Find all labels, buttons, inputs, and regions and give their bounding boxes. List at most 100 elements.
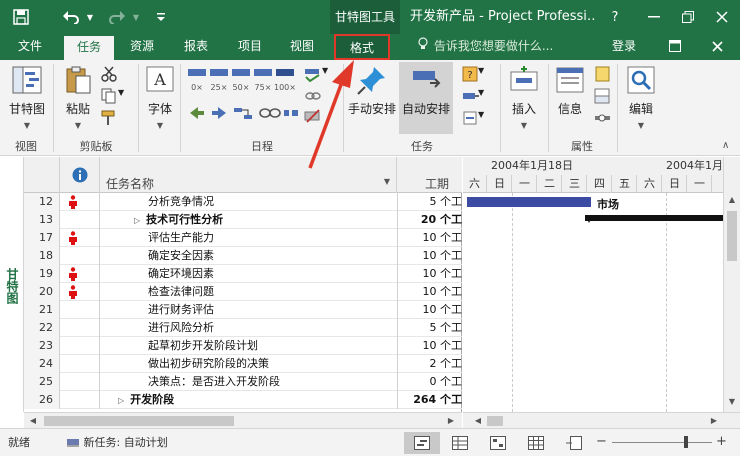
gantt-chart-button[interactable]: 甘特图 ▼ bbox=[4, 62, 50, 131]
task-name[interactable]: 检查法律问题 bbox=[148, 285, 214, 298]
task-name-cell[interactable]: ▷ 开发阶段 bbox=[118, 391, 397, 409]
chevron-down-icon[interactable]: ▼ bbox=[322, 66, 340, 82]
task-name-cell[interactable]: 分析竞争情况 bbox=[148, 193, 397, 211]
notes-icon[interactable] bbox=[594, 66, 612, 82]
undo-icon[interactable] bbox=[58, 0, 84, 34]
table-row[interactable]: 25 决策点：是否进入开发阶段 0 个工 bbox=[24, 373, 462, 391]
row-id[interactable]: 18 bbox=[24, 247, 60, 265]
duration-column-header[interactable]: 工期 bbox=[397, 157, 462, 193]
row-id[interactable]: 22 bbox=[24, 319, 60, 337]
mark-on-track-icon[interactable] bbox=[304, 66, 322, 83]
row-id[interactable]: 25 bbox=[24, 373, 60, 391]
scroll-right-icon[interactable]: ▶ bbox=[444, 414, 458, 427]
scroll-down-icon[interactable]: ▼ bbox=[726, 397, 738, 409]
row-id[interactable]: 20 bbox=[24, 283, 60, 301]
manual-schedule-button[interactable]: 手动安排 bbox=[346, 62, 398, 117]
progress-75-label[interactable]: 75× bbox=[252, 83, 274, 92]
information-button[interactable]: 信息 bbox=[552, 62, 588, 117]
unlink-tasks-icon[interactable] bbox=[259, 108, 281, 118]
paste-button[interactable]: 粘贴 ▼ bbox=[58, 62, 98, 131]
duration-cell[interactable]: 5 个工 bbox=[397, 319, 462, 337]
add-to-timeline-icon[interactable] bbox=[594, 110, 612, 126]
sign-in-link[interactable]: 登录 bbox=[612, 34, 636, 60]
close-icon[interactable] bbox=[700, 0, 740, 34]
row-id[interactable]: 17 bbox=[24, 229, 60, 247]
progress-25-label[interactable]: 25× bbox=[208, 83, 230, 92]
row-id[interactable]: 26 bbox=[24, 391, 60, 409]
undo-dropdown-icon[interactable]: ▼ bbox=[84, 0, 96, 34]
vertical-scroll-thumb[interactable] bbox=[727, 211, 737, 261]
row-id[interactable]: 13 bbox=[24, 211, 60, 229]
task-name-cell[interactable]: 检查法律问题 bbox=[148, 283, 397, 301]
task-name[interactable]: 评估生产能力 bbox=[148, 231, 214, 244]
duration-cell[interactable]: 10 个工 bbox=[397, 301, 462, 319]
zoom-in-icon[interactable]: + bbox=[716, 434, 727, 449]
task-name[interactable]: 确定环境因素 bbox=[148, 267, 214, 280]
zoom-out-icon[interactable]: − bbox=[596, 434, 607, 449]
chart-horizontal-scrollbar[interactable]: ◀ ▶ bbox=[463, 412, 740, 428]
task-name[interactable]: 开发阶段 bbox=[130, 393, 174, 406]
team-planner-icon[interactable] bbox=[490, 436, 506, 450]
task-bar-12[interactable] bbox=[467, 197, 591, 207]
task-name[interactable]: 决策点：是否进入开发阶段 bbox=[148, 375, 280, 388]
auto-schedule-button[interactable]: 自动安排 bbox=[399, 62, 453, 134]
chevron-down-icon[interactable]: ▼ bbox=[478, 88, 496, 104]
row-id[interactable]: 19 bbox=[24, 265, 60, 283]
table-row[interactable]: 12 分析竞争情况 5 个工 bbox=[24, 193, 462, 211]
table-row[interactable]: 20 检查法律问题 10 个工 bbox=[24, 283, 462, 301]
grid-horizontal-scrollbar[interactable]: ◀ ▶ bbox=[24, 412, 462, 428]
scroll-left-icon[interactable]: ◀ bbox=[26, 414, 40, 427]
task-name-cell[interactable]: 确定安全因素 bbox=[148, 247, 397, 265]
task-name-cell[interactable]: ▷ 技术可行性分析 bbox=[134, 211, 397, 229]
progress-100-label[interactable]: 100× bbox=[274, 83, 296, 92]
zoom-slider-thumb[interactable] bbox=[684, 436, 688, 448]
cut-icon[interactable] bbox=[100, 66, 118, 82]
task-name[interactable]: 分析竞争情况 bbox=[148, 195, 214, 208]
tab-report[interactable]: 报表 bbox=[172, 34, 220, 60]
task-name[interactable]: 起草初步开发阶段计划 bbox=[148, 339, 258, 352]
table-row[interactable]: 23 起草初步开发阶段计划 10 个工 bbox=[24, 337, 462, 355]
task-name-cell[interactable]: 评估生产能力 bbox=[148, 229, 397, 247]
duration-cell[interactable]: 10 个工 bbox=[397, 247, 462, 265]
tab-task[interactable]: 任务 bbox=[64, 36, 114, 60]
grid-scroll-thumb[interactable] bbox=[44, 416, 234, 426]
row-id[interactable]: 24 bbox=[24, 355, 60, 373]
expand-arrow-icon[interactable]: ▷ bbox=[118, 396, 124, 405]
tell-me-box[interactable]: 告诉我您想要做什么... bbox=[418, 34, 553, 60]
redo-icon[interactable] bbox=[104, 0, 130, 34]
summary-bar-13[interactable] bbox=[585, 215, 740, 221]
table-row[interactable]: 13 ▷ 技术可行性分析 20 个工 bbox=[24, 211, 462, 229]
task-name-cell[interactable]: 决策点：是否进入开发阶段 bbox=[148, 373, 397, 391]
table-row[interactable]: 22 进行风险分析 5 个工 bbox=[24, 319, 462, 337]
duration-cell[interactable]: 0 个工 bbox=[397, 373, 462, 391]
task-usage-icon[interactable] bbox=[452, 436, 468, 450]
chart-scroll-thumb[interactable] bbox=[487, 416, 503, 426]
table-row[interactable]: 21 进行财务评估 10 个工 bbox=[24, 301, 462, 319]
duration-cell[interactable]: 264 个工 bbox=[397, 391, 462, 409]
zoom-slider[interactable] bbox=[612, 442, 712, 443]
task-name-column-header[interactable]: 任务名称 ▼ bbox=[100, 157, 397, 193]
task-name-cell[interactable]: 进行风险分析 bbox=[148, 319, 397, 337]
progress-50-label[interactable]: 50× bbox=[230, 83, 252, 92]
gantt-view-shortcut[interactable] bbox=[404, 432, 440, 454]
collapse-ribbon-caret-icon[interactable]: ∧ bbox=[722, 140, 729, 151]
chevron-down-icon[interactable]: ▼ bbox=[118, 88, 136, 104]
row-id[interactable]: 21 bbox=[24, 301, 60, 319]
vertical-scrollbar[interactable]: ▲ ▼ bbox=[723, 157, 740, 412]
select-all-corner[interactable] bbox=[24, 157, 60, 193]
task-name-cell[interactable]: 确定环境因素 bbox=[148, 265, 397, 283]
task-name[interactable]: 做出初步研究阶段的决策 bbox=[148, 357, 269, 370]
font-button[interactable]: A 字体 ▼ bbox=[142, 62, 178, 131]
new-task-mode[interactable]: 新任务: 自动计划 bbox=[66, 429, 168, 456]
duration-cell[interactable]: 5 个工 bbox=[397, 193, 462, 211]
duration-cell[interactable]: 20 个工 bbox=[397, 211, 462, 229]
inactivate-icon[interactable] bbox=[304, 108, 322, 124]
chevron-down-icon[interactable]: ▼ bbox=[478, 66, 496, 82]
chevron-down-icon[interactable]: ▼ bbox=[478, 110, 496, 126]
table-row[interactable]: 19 确定环境因素 10 个工 bbox=[24, 265, 462, 283]
collapse-ribbon-icon[interactable] bbox=[702, 34, 732, 60]
redo-dropdown-icon[interactable]: ▼ bbox=[130, 0, 142, 34]
report-icon[interactable] bbox=[566, 436, 582, 450]
tab-file[interactable]: 文件 bbox=[6, 34, 54, 60]
customize-qat-icon[interactable] bbox=[152, 0, 170, 34]
